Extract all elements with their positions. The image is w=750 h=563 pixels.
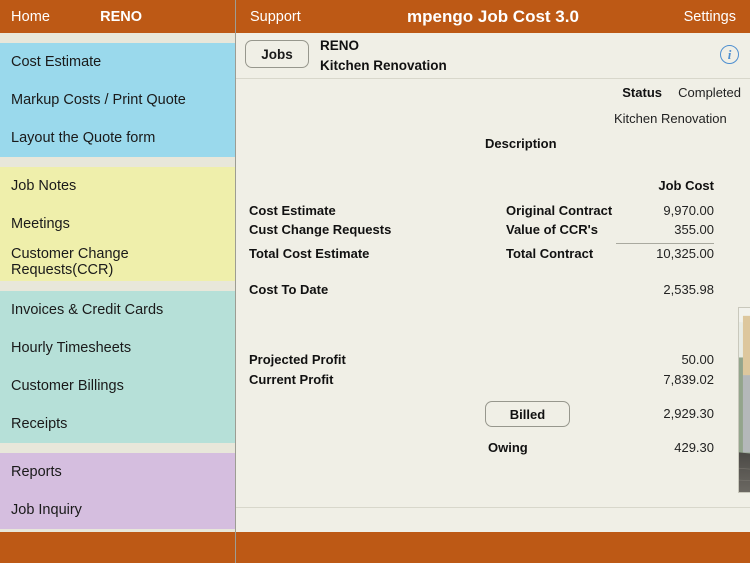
app-root: Home RENO Cost Estimate Markup Costs / P… <box>0 0 750 563</box>
content-pane: Support mpengo Job Cost 3.0 Settings Job… <box>236 0 750 532</box>
row-value-projected-profit: 50.00 <box>681 352 714 367</box>
status-label: Status <box>622 85 662 100</box>
job-bar: Jobs RENO Kitchen Renovation i <box>236 33 750 79</box>
sidebar-item-markup-costs-print-quote[interactable]: Markup Costs / Print Quote <box>0 81 235 119</box>
row-label-total-contract: Total Contract <box>506 246 594 261</box>
content-footer-divider <box>236 507 750 508</box>
sidebar-gap <box>0 157 235 167</box>
sidebar-job-title: RENO <box>100 8 142 25</box>
kitchen-renovation-photo[interactable] <box>738 307 750 493</box>
row-label-value-of-ccrs: Value of CCR's <box>506 222 598 237</box>
sidebar-gap <box>0 33 235 43</box>
sidebar: Home RENO Cost Estimate Markup Costs / P… <box>0 0 235 563</box>
content-header: Support mpengo Job Cost 3.0 Settings <box>236 0 750 33</box>
sidebar-item-hourly-timesheets[interactable]: Hourly Timesheets <box>0 329 235 367</box>
job-name-label: Kitchen Renovation <box>320 58 447 73</box>
sidebar-item-customer-billings[interactable]: Customer Billings <box>0 367 235 405</box>
home-button[interactable]: Home <box>11 9 50 25</box>
description-title: Kitchen Renovation <box>614 111 727 126</box>
table-row: Cust Change Requests 355.00 Value of CCR… <box>236 222 750 241</box>
row-value-billed: 2,929.30 <box>663 406 714 421</box>
row-label-cost-estimate: Cost Estimate <box>249 203 336 218</box>
sidebar-item-invoices-credit-cards[interactable]: Invoices & Credit Cards <box>0 291 235 329</box>
status-badge: Completed <box>678 85 741 100</box>
description-label: Description <box>485 136 557 151</box>
row-value-cost-to-date: 2,535.98 <box>663 282 714 297</box>
row-label-current-profit: Current Profit <box>249 372 334 387</box>
table-row: Current Profit 7,839.02 <box>236 372 750 391</box>
sidebar-gap <box>0 443 235 453</box>
sidebar-group-job-admin: Job Notes Meetings Customer Change Reque… <box>0 167 235 281</box>
sidebar-item-meetings[interactable]: Meetings <box>0 205 235 243</box>
settings-button[interactable]: Settings <box>684 9 736 25</box>
status-row: Status Completed <box>236 79 750 107</box>
jobs-button[interactable]: Jobs <box>245 40 309 68</box>
sidebar-item-reports[interactable]: Reports <box>0 453 235 491</box>
job-code-label: RENO <box>320 38 360 53</box>
row-label-original-contract: Original Contract <box>506 203 613 218</box>
subtotal-rule-left <box>616 243 714 244</box>
app-title: mpengo Job Cost 3.0 <box>407 6 579 26</box>
row-value-current-profit: 7,839.02 <box>663 372 714 387</box>
row-label-cost-to-date: Cost To Date <box>249 282 329 297</box>
sidebar-item-job-notes[interactable]: Job Notes <box>0 167 235 205</box>
table-row: Cost Estimate 9,970.00 Original Contract… <box>236 203 750 222</box>
sidebar-gap <box>0 281 235 291</box>
row-label-total-cost-estimate: Total Cost Estimate <box>249 246 370 261</box>
bottom-bar <box>0 532 750 563</box>
sidebar-group-estimating: Cost Estimate Markup Costs / Print Quote… <box>0 43 235 157</box>
table-row: Projected Profit 50.00 <box>236 352 750 371</box>
pane-divider <box>235 0 236 563</box>
sidebar-item-receipts[interactable]: Receipts <box>0 405 235 443</box>
sidebar-group-reporting: Reports Job Inquiry <box>0 453 235 529</box>
row-label-cust-change-requests: Cust Change Requests <box>249 222 392 237</box>
sidebar-item-cost-estimate[interactable]: Cost Estimate <box>0 43 235 81</box>
sidebar-item-customer-change-requests[interactable]: Customer Change Requests(CCR) <box>0 243 235 281</box>
table-row: Total Cost Estimate 10,325.00 Total Cont… <box>236 246 750 265</box>
info-icon[interactable]: i <box>720 45 739 64</box>
row-label-owing: Owing <box>488 440 528 455</box>
sidebar-item-layout-quote-form[interactable]: Layout the Quote form <box>0 119 235 157</box>
table-row: 2,929.30 <box>236 406 750 425</box>
sidebar-group-financials: Invoices & Credit Cards Hourly Timesheet… <box>0 291 235 443</box>
row-label-projected-profit: Projected Profit <box>249 352 346 367</box>
table-row: Cost To Date 2,535.98 <box>236 282 750 301</box>
column-header-customer-price: Customer Price <box>249 178 750 193</box>
sidebar-item-job-inquiry[interactable]: Job Inquiry <box>0 491 235 529</box>
row-value-owing: 429.30 <box>674 440 714 455</box>
sidebar-header: Home RENO <box>0 0 235 33</box>
table-row: Owing 429.30 <box>236 440 750 459</box>
